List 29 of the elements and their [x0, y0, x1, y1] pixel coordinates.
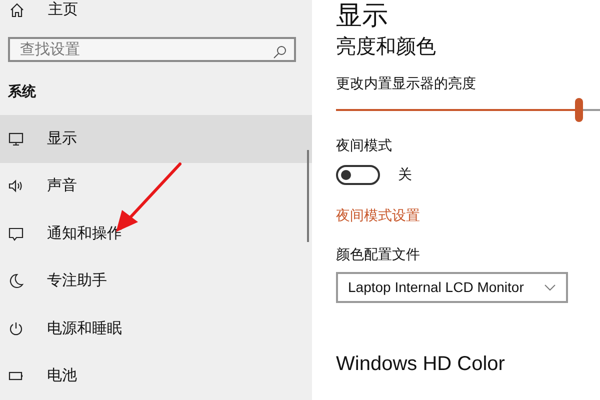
profile-dropdown[interactable]: Laptop Internal LCD Monitor: [336, 272, 568, 303]
brightness-slider[interactable]: [336, 98, 600, 122]
section-heading: 系统: [8, 82, 37, 101]
nav-item[interactable]: 电池: [0, 352, 312, 400]
home-link[interactable]: 主页: [48, 2, 78, 18]
dropdown-label: 颜色配置文件: [336, 245, 421, 263]
slider-thumb[interactable]: [574, 98, 583, 122]
toggle-state: 关: [398, 165, 412, 184]
search-field[interactable]: 查找设置: [8, 37, 296, 62]
power-icon: [8, 320, 24, 337]
nav-item[interactable]: 显示: [0, 115, 312, 162]
nav-item[interactable]: 电源和睡眠: [0, 305, 312, 352]
speaker-icon: [8, 178, 24, 194]
toggle-label: 夜间模式: [336, 136, 393, 154]
chevron-down-icon: [544, 284, 556, 291]
message-icon: [8, 226, 24, 242]
slider-label: 更改内置显示器的亮度: [336, 74, 477, 92]
home-icon: [9, 2, 25, 18]
settings-link[interactable]: 夜间模式设置: [336, 206, 600, 224]
nav-item[interactable]: 声音: [0, 162, 312, 210]
section-heading: Windows HD Color: [336, 352, 506, 377]
section-heading: 亮度和颜色: [336, 35, 437, 60]
nav-item[interactable]: 专注助手: [0, 258, 312, 305]
moon-icon: [8, 273, 24, 290]
search-icon: [273, 45, 287, 59]
toggle-switch[interactable]: [336, 164, 380, 184]
nav-item[interactable]: 通知和操作: [0, 210, 312, 258]
monitor-icon: [8, 130, 24, 147]
page-title: 显示: [336, 0, 389, 30]
